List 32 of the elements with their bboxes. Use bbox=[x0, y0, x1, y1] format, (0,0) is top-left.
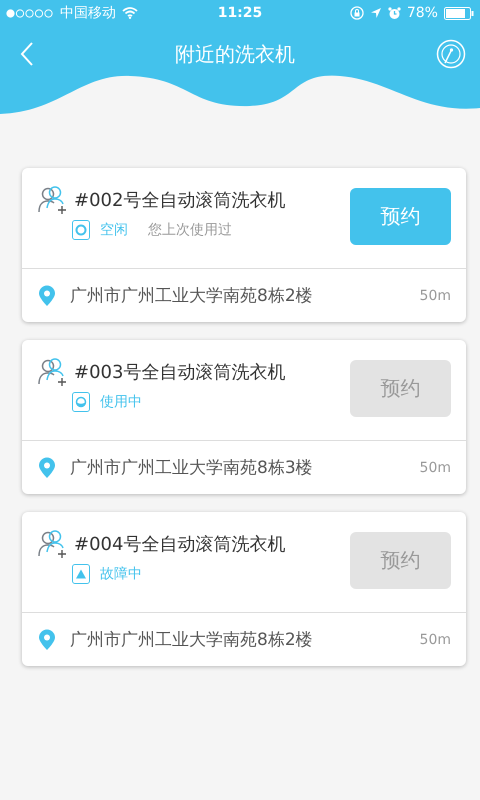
machine-name: #003号全自动滚筒洗衣机 bbox=[74, 361, 286, 384]
back-button[interactable] bbox=[20, 42, 34, 66]
location-pin-icon bbox=[38, 284, 56, 306]
location-arrow-icon bbox=[370, 7, 382, 19]
carrier-name: 中国移动 bbox=[60, 4, 116, 22]
users-icon bbox=[38, 358, 68, 386]
address-text: 广州市广州工业大学南苑8栋2楼 bbox=[70, 285, 314, 307]
alarm-icon bbox=[388, 6, 401, 20]
distance-text: 50m bbox=[420, 632, 451, 648]
location-pin-icon bbox=[38, 628, 56, 650]
rotation-lock-icon bbox=[350, 6, 364, 20]
address-text: 广州市广州工业大学南苑8栋3楼 bbox=[70, 457, 314, 479]
signal-icon bbox=[6, 8, 54, 18]
wifi-icon bbox=[122, 7, 138, 19]
distance-text: 50m bbox=[420, 288, 451, 304]
status-label: 故障中 bbox=[100, 565, 142, 583]
battery-icon bbox=[444, 6, 474, 20]
distance-text: 50m bbox=[420, 460, 451, 476]
location-pin-icon bbox=[38, 456, 56, 478]
page-title: 附近的洗衣机 bbox=[175, 40, 295, 68]
usage-note: 您上次使用过 bbox=[148, 221, 232, 239]
status-time: 11:25 bbox=[218, 5, 262, 21]
users-icon bbox=[38, 530, 68, 558]
machine-name: #004号全自动滚筒洗衣机 bbox=[74, 533, 286, 556]
reserve-button[interactable]: 预约 bbox=[350, 188, 451, 245]
address-text: 广州市广州工业大学南苑8栋2楼 bbox=[70, 629, 314, 651]
status-label: 空闲 bbox=[100, 221, 128, 239]
machine-name: #002号全自动滚筒洗衣机 bbox=[74, 189, 286, 212]
status-label: 使用中 bbox=[100, 393, 142, 411]
battery-percent: 78% bbox=[406, 5, 438, 21]
radar-button[interactable] bbox=[436, 39, 466, 69]
users-icon bbox=[38, 186, 68, 214]
